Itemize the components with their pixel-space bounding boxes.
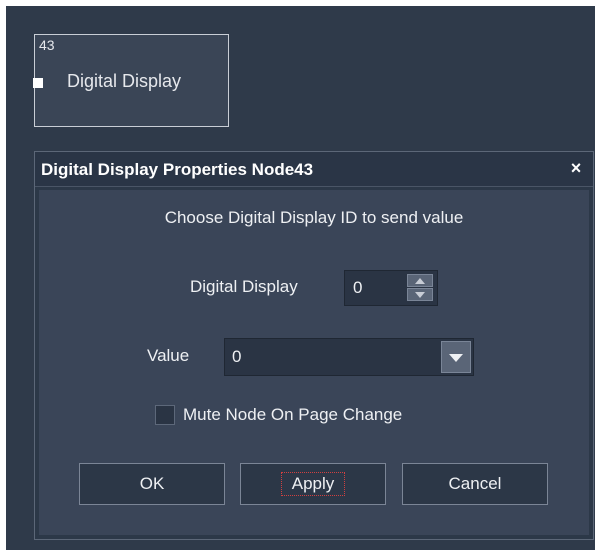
apply-button[interactable]: Apply bbox=[240, 463, 386, 505]
dialog-titlebar[interactable]: Digital Display Properties Node43 × bbox=[35, 152, 593, 187]
digital-display-label: Digital Display bbox=[190, 277, 298, 296]
value-label: Value bbox=[147, 346, 190, 365]
mute-checkbox[interactable] bbox=[155, 405, 175, 425]
digital-display-node[interactable]: 43 Digital Display bbox=[33, 34, 229, 127]
properties-dialog: Digital Display Properties Node43 × Choo… bbox=[34, 151, 594, 540]
chevron-up-icon bbox=[415, 278, 425, 284]
digital-display-value[interactable]: 0 bbox=[353, 278, 362, 298]
apply-label: Apply bbox=[280, 472, 346, 496]
value-dropdown[interactable]: 0 bbox=[224, 338, 474, 376]
chevron-down-icon bbox=[415, 292, 425, 298]
ok-button[interactable]: OK bbox=[79, 463, 225, 505]
chevron-down-icon bbox=[449, 354, 463, 362]
spinner bbox=[407, 274, 433, 302]
spinner-down-button[interactable] bbox=[407, 288, 433, 301]
port-icon[interactable] bbox=[33, 78, 43, 88]
cancel-button[interactable]: Cancel bbox=[402, 463, 548, 505]
instruction-text: Choose Digital Display ID to send value bbox=[164, 208, 464, 227]
mute-label[interactable]: Mute Node On Page Change bbox=[183, 405, 402, 425]
close-icon[interactable]: × bbox=[565, 157, 587, 179]
node-id: 43 bbox=[39, 37, 55, 53]
dialog-title: Digital Display Properties Node43 bbox=[41, 160, 314, 179]
dropdown-button[interactable] bbox=[441, 341, 471, 373]
dialog-body: Choose Digital Display ID to send value … bbox=[39, 190, 589, 535]
node-canvas[interactable]: 43 Digital Display Digital Display Prope… bbox=[6, 6, 595, 550]
spinner-up-button[interactable] bbox=[407, 274, 433, 287]
digital-display-spinbox[interactable]: 0 bbox=[344, 270, 438, 306]
node-label: Digital Display bbox=[67, 71, 182, 91]
value-selected[interactable]: 0 bbox=[232, 347, 241, 367]
